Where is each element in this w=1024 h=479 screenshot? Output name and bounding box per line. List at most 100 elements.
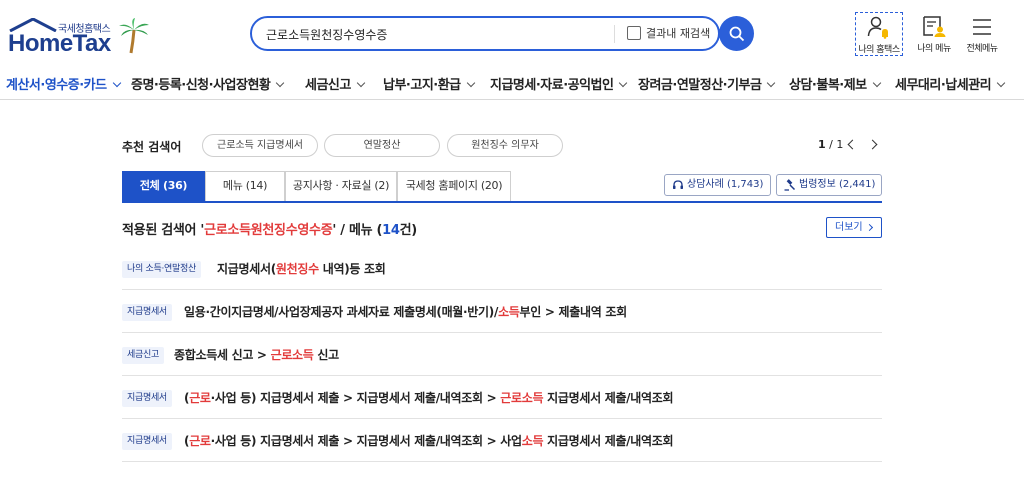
tab-underline	[122, 201, 882, 203]
gavel-icon	[784, 179, 796, 191]
tab-notice[interactable]: 공지사항 · 자료실 (2)	[285, 171, 397, 201]
logo-title: HomeTax	[8, 30, 111, 57]
research-checkbox[interactable]	[627, 26, 641, 40]
result-row[interactable]: 지급명세서 (근로·사업 등) 지급명세서 제출 > 지급명세서 제출/내역조회 …	[122, 419, 882, 462]
result-link[interactable]: 종합소득세 신고 > 근로소득 신고	[174, 346, 339, 363]
result-text: 지급명세서 제출/내역조회	[543, 434, 674, 448]
chevron-down-icon	[996, 78, 1006, 88]
applied-suffix: 건)	[399, 223, 418, 238]
my-menu-button[interactable]: 나의 메뉴	[910, 12, 958, 56]
nav-label: 계산서·영수증·카드	[6, 78, 107, 93]
nav-label: 지급명세·자료·공익법인	[490, 78, 614, 93]
result-highlight: 근로소득	[500, 391, 544, 405]
more-label: 더보기	[835, 222, 863, 233]
palm-tree-icon	[119, 18, 149, 54]
search-box: 결과내 재검색	[250, 16, 720, 51]
applied-prefix: 적용된 검색어 '	[122, 223, 205, 238]
applied-count: 14	[382, 223, 400, 238]
search-button[interactable]	[719, 16, 754, 51]
research-checkbox-label[interactable]: 결과내 재검색	[646, 25, 710, 41]
result-category-badge: 나의 소득·연말정산	[122, 261, 201, 278]
result-text: 일용·간이지급명세/사업장제공자 과세자료 제출명세(매월·반기)/	[184, 305, 499, 319]
nav-label: 증명·등록·신청·사업장현황	[131, 78, 271, 93]
tab-all[interactable]: 전체 (36)	[122, 171, 205, 201]
applied-mid: ' / 메뉴 (	[332, 223, 383, 238]
result-highlight: 소득	[521, 434, 544, 448]
chevron-down-icon	[112, 78, 121, 88]
recommend-label: 추천 검색어	[122, 140, 182, 154]
nav-label: 세무대리·납세관리	[895, 78, 992, 93]
search-input[interactable]	[266, 24, 596, 44]
tab-menu[interactable]: 메뉴 (14)	[205, 171, 285, 201]
more-button[interactable]: 더보기	[826, 217, 882, 238]
main-nav: 계산서·영수증·카드 증명·등록·신청·사업장현황 세금신고 납부·고지·환급 …	[0, 66, 1024, 100]
nav-item-incentive[interactable]: 장려금·연말정산·기부금	[638, 74, 776, 93]
nav-label: 장려금·연말정산·기부금	[638, 78, 762, 93]
recommend-chip[interactable]: 연말정산	[324, 134, 440, 157]
nav-item-invoice[interactable]: 계산서·영수증·카드	[6, 74, 121, 93]
result-highlight: 근로	[189, 434, 211, 448]
chevron-down-icon	[356, 78, 366, 88]
nav-label: 납부·고지·환급	[383, 78, 461, 93]
nav-label: 세금신고	[305, 78, 351, 93]
consult-cases-button[interactable]: 상담사례 (1,743)	[664, 174, 771, 196]
result-row[interactable]: 지급명세서 (근로·사업 등) 지급명세서 제출 > 지급명세서 제출/내역조회 …	[122, 376, 882, 419]
search-icon	[729, 26, 744, 41]
result-text: 부인 > 제출내역 조회	[519, 305, 628, 319]
result-highlight: 근로소득	[270, 348, 314, 362]
chevron-down-icon	[872, 78, 881, 88]
law-info-button[interactable]: 법령정보 (2,441)	[776, 174, 882, 196]
search-divider	[614, 25, 615, 43]
result-text: 지급명세서 제출/내역조회	[543, 391, 674, 405]
nav-item-certificate[interactable]: 증명·등록·신청·사업장현황	[131, 74, 285, 93]
nav-item-statement[interactable]: 지급명세·자료·공익법인	[490, 74, 628, 93]
result-category-badge: 지급명세서	[122, 433, 172, 450]
my-hometax-label: 나의 홈택스	[858, 45, 900, 55]
chevron-down-icon	[466, 78, 475, 88]
applied-keyword-heading: 적용된 검색어 '근로소득원천징수영수증' / 메뉴 (14건)	[122, 219, 417, 238]
result-link[interactable]: 일용·간이지급명세/사업장제공자 과세자료 제출명세(매월·반기)/소득부인 >…	[184, 303, 627, 320]
result-category-badge: 세금신고	[122, 347, 164, 364]
result-link[interactable]: (근로·사업 등) 지급명세서 제출 > 지급명세서 제출/내역조회 > 사업소…	[184, 432, 674, 449]
applied-keyword: 근로소득원천징수영수증	[204, 223, 333, 238]
headset-icon	[673, 180, 683, 189]
chevron-right-icon[interactable]	[867, 139, 878, 150]
nav-item-payment[interactable]: 납부·고지·환급	[383, 74, 475, 93]
all-menu-button[interactable]: 전체메뉴	[958, 12, 1006, 56]
my-hometax-button[interactable]: 나의 홈택스	[855, 12, 903, 56]
result-text: 지급명세서(	[217, 262, 276, 276]
hometax-logo[interactable]: 국세청홈택스 HomeTax	[6, 18, 151, 58]
result-highlight: 소득	[498, 305, 520, 319]
result-text: 종합소득세 신고 >	[174, 348, 271, 362]
my-menu-label: 나의 메뉴	[917, 44, 951, 54]
chevron-down-icon	[619, 78, 628, 88]
result-category-badge: 지급명세서	[122, 390, 172, 407]
all-menu-label: 전체메뉴	[966, 44, 998, 54]
result-row[interactable]: 지급명세서 일용·간이지급명세/사업장제공자 과세자료 제출명세(매월·반기)/소…	[122, 290, 882, 333]
page-current: 1	[818, 138, 826, 151]
tab-nts-homepage[interactable]: 국세청 홈페이지 (20)	[397, 171, 511, 201]
law-info-label: 법령정보 (2,441)	[799, 179, 876, 190]
result-text: 신고	[313, 348, 339, 362]
recommend-chip[interactable]: 근로소득 지급명세서	[202, 134, 318, 157]
nav-label: 상담·불복·제보	[789, 78, 867, 93]
recommend-chip[interactable]: 원천징수 의무자	[447, 134, 563, 157]
nav-item-agent[interactable]: 세무대리·납세관리	[895, 74, 1006, 93]
result-highlight: 근로	[189, 391, 211, 405]
user-bell-icon	[867, 16, 888, 39]
result-row[interactable]: 나의 소득·연말정산 지급명세서(원천징수 내역)등 조회	[122, 247, 882, 290]
nav-item-consult[interactable]: 상담·불복·제보	[789, 74, 881, 93]
chevron-left-icon[interactable]	[847, 139, 858, 150]
result-link[interactable]: 지급명세서(원천징수 내역)등 조회	[217, 260, 386, 277]
chevron-right-icon	[865, 223, 874, 232]
chevron-down-icon	[767, 78, 776, 88]
hamburger-icon	[973, 19, 991, 35]
result-text: 내역)등 조회	[318, 262, 386, 276]
result-row[interactable]: 세금신고 종합소득세 신고 > 근로소득 신고	[122, 333, 882, 376]
nav-item-tax-return[interactable]: 세금신고	[305, 74, 366, 93]
result-highlight: 원천징수	[275, 262, 319, 276]
result-link[interactable]: (근로·사업 등) 지급명세서 제출 > 지급명세서 제출/내역조회 > 근로소…	[184, 389, 674, 406]
page-total: / 1	[829, 138, 844, 151]
chevron-down-icon	[276, 78, 285, 88]
result-text: ·사업 등) 지급명세서 제출 > 지급명세서 제출/내역조회 > 사업	[210, 434, 522, 448]
